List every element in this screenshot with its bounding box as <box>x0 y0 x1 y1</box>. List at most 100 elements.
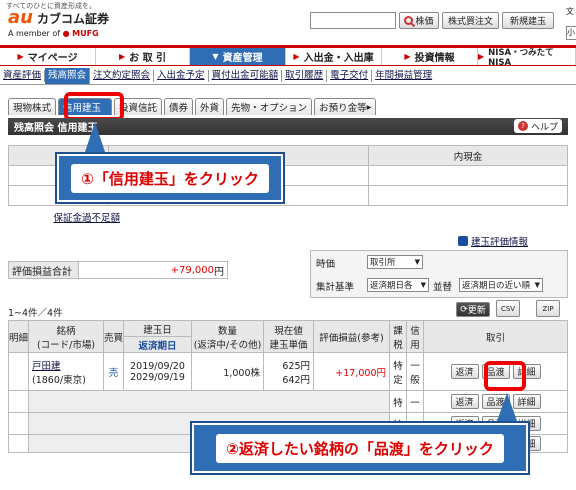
triangle-icon: ▶ <box>17 52 24 61</box>
detail-cell <box>8 390 29 413</box>
nav-label: 入出金・入出庫 <box>303 53 374 64</box>
due-date: 2029/09/19 <box>130 371 185 383</box>
header-subtext: (コード/市場) <box>36 339 96 351</box>
col-qty: 数量 (返済中/その他) <box>191 320 264 353</box>
grouping-label: 集計基準 <box>316 282 355 293</box>
stock-buy-order-button[interactable]: 株式買注文 <box>442 12 499 29</box>
subnav-trade-history[interactable]: 取引履歴 <box>282 69 328 82</box>
qty-cell: 1,000株 <box>191 352 264 391</box>
help-label: ヘルプ <box>530 122 558 133</box>
nav-investment-info[interactable]: ▶ 投資情報 <box>382 48 478 65</box>
header-text: 銘柄 <box>56 325 76 337</box>
col-price: 現在値 建玉単価 <box>263 320 314 353</box>
csv-download-button[interactable]: CSV <box>496 300 520 317</box>
info-icon <box>458 236 468 246</box>
tab-futures-options[interactable]: 先物・オプション <box>226 98 313 115</box>
nav-label: マイページ <box>27 53 78 64</box>
nav-trade[interactable]: ▶ お 取 引 <box>96 48 190 65</box>
partial-header-text: 文 <box>566 7 574 16</box>
header-text: 数量 <box>217 325 237 337</box>
subnav-annual-pl[interactable]: 年間損益管理 <box>372 70 435 82</box>
nav-label: 投資情報 <box>414 53 455 64</box>
price-source-label: 時価 <box>316 259 336 270</box>
member-prefix: A member of <box>8 29 61 38</box>
header-text: 明細 <box>9 332 29 344</box>
instruction-callout-1: ①「信用建玉」をクリック <box>55 152 285 204</box>
subnav-buying-power[interactable]: 買付出金可能額 <box>209 69 283 82</box>
grouping-select[interactable]: 返済期日各 ▼ <box>367 278 429 292</box>
tab-spot-stocks[interactable]: 現物株式 <box>8 98 57 115</box>
subnav-asset-valuation[interactable]: 資産評価 <box>0 69 46 82</box>
highlight-delivery-button <box>484 361 526 391</box>
price-source-select[interactable]: 取引所 ▼ <box>367 255 423 269</box>
refresh-label: 更新 <box>467 306 486 316</box>
zip-download-button[interactable]: ZIP <box>536 300 560 317</box>
tax-cell: 特定 <box>389 352 407 391</box>
summary-cell <box>368 185 568 206</box>
stock-price-button[interactable]: 株価 <box>399 12 439 29</box>
search-icon <box>404 16 414 25</box>
pl-summary-label: 評価損益合計 <box>9 262 79 278</box>
price-cell: 625円 642円 <box>263 352 314 391</box>
nav-deposit-withdraw[interactable]: ▶ 入出金・入出庫 <box>286 48 382 65</box>
return-button[interactable]: 返済 <box>450 364 479 379</box>
col-side: 売買 <box>103 320 124 353</box>
logo-text: カブコム証券 <box>36 12 109 26</box>
dropdown-arrow-icon: ▼ <box>414 258 420 266</box>
subnav-order-inquiry[interactable]: 注文約定照会 <box>90 69 155 82</box>
table-row: 特 一 返済 品渡 詳細 <box>8 390 568 413</box>
col-name: 銘柄 (コード/市場) <box>28 320 104 353</box>
return-button[interactable]: 返済 <box>450 394 479 409</box>
triangle-icon: ▶ <box>293 52 300 61</box>
tab-label: お預り金等 <box>319 103 367 114</box>
triangle-icon: ▶ <box>478 52 485 61</box>
triangle-icon: ▶ <box>118 52 126 61</box>
header-subtext: (返済中/その他) <box>193 339 262 351</box>
header-text: 建玉日 <box>143 324 172 336</box>
logo-au: au <box>8 7 33 28</box>
subnav-e-delivery[interactable]: 電子交付 <box>327 69 373 82</box>
callout-2-pointer <box>497 393 517 421</box>
help-button[interactable]: ? ヘルプ <box>513 119 562 133</box>
detail-cell <box>8 412 29 435</box>
stock-search-input[interactable] <box>310 12 396 29</box>
subnav-balance-inquiry[interactable]: 残高照会 <box>45 67 91 84</box>
cash-header: 内現金 <box>368 145 568 166</box>
col-pl: 評価損益(参考) <box>313 320 390 353</box>
position-price: 642円 <box>282 374 310 386</box>
nav-asset-management[interactable]: ▼ 資産管理 <box>190 48 286 65</box>
tab-foreign-currency[interactable]: 外貨 <box>195 98 225 115</box>
logo[interactable]: au カブコム証券 <box>8 9 109 27</box>
filter-panel: 時価 取引所 ▼ 集計基準 返済期日各 ▼ 並替 返済期日の近い順 ▼ <box>310 250 568 298</box>
new-position-button[interactable]: 新規建玉 <box>502 12 554 29</box>
nav-label: NISA・つみたてNISA <box>488 47 554 68</box>
header-text: 評価損益(参考) <box>319 332 384 344</box>
valuation-info[interactable]: 建玉評価情報 <box>458 234 528 248</box>
nav-nisa[interactable]: ▶ NISA・つみたてNISA <box>478 47 576 68</box>
font-size-field[interactable]: 小 <box>566 26 576 40</box>
pl-summary-value-cell: +79,000 円 <box>79 262 227 278</box>
dropdown-arrow-icon: ▼ <box>420 281 426 289</box>
member-of: A member of ● MUFG <box>8 29 99 38</box>
margin-shortfall-link[interactable]: 保証金過不足額 <box>54 213 121 224</box>
callout-1-pointer <box>85 122 105 152</box>
stock-name-link[interactable]: 戸田建 <box>32 358 100 372</box>
position-date: 2019/09/20 <box>130 360 185 372</box>
sub-nav: 資産評価 残高照会 注文約定照会 入出金予定 買付出金可能額 取引履歴 電子交付… <box>0 67 576 85</box>
col-due-date[interactable]: 返済期日 <box>123 336 192 353</box>
subnav-deposit-schedule[interactable]: 入出金予定 <box>154 69 209 82</box>
masked-cell <box>28 390 390 413</box>
pl-cell: +17,000円 <box>313 352 390 391</box>
valuation-link[interactable]: 建玉評価情報 <box>471 234 528 248</box>
sort-label: 並替 <box>433 282 453 293</box>
tab-deposits[interactable]: お預り金等 ▸ <box>314 98 377 115</box>
refresh-button[interactable]: ⟳ 更新 <box>456 302 490 317</box>
dropdown-arrow-icon: ▼ <box>534 281 540 289</box>
tab-bonds[interactable]: 債券 <box>164 98 194 115</box>
detail-cell <box>8 352 29 391</box>
nav-mypage[interactable]: ▶ マイページ <box>0 48 96 65</box>
sort-select[interactable]: 返済期日の近い順 ▼ <box>459 278 543 292</box>
side-cell: 売 <box>103 352 124 391</box>
refresh-icon: ⟳ <box>460 304 468 315</box>
help-icon: ? <box>517 121 528 131</box>
